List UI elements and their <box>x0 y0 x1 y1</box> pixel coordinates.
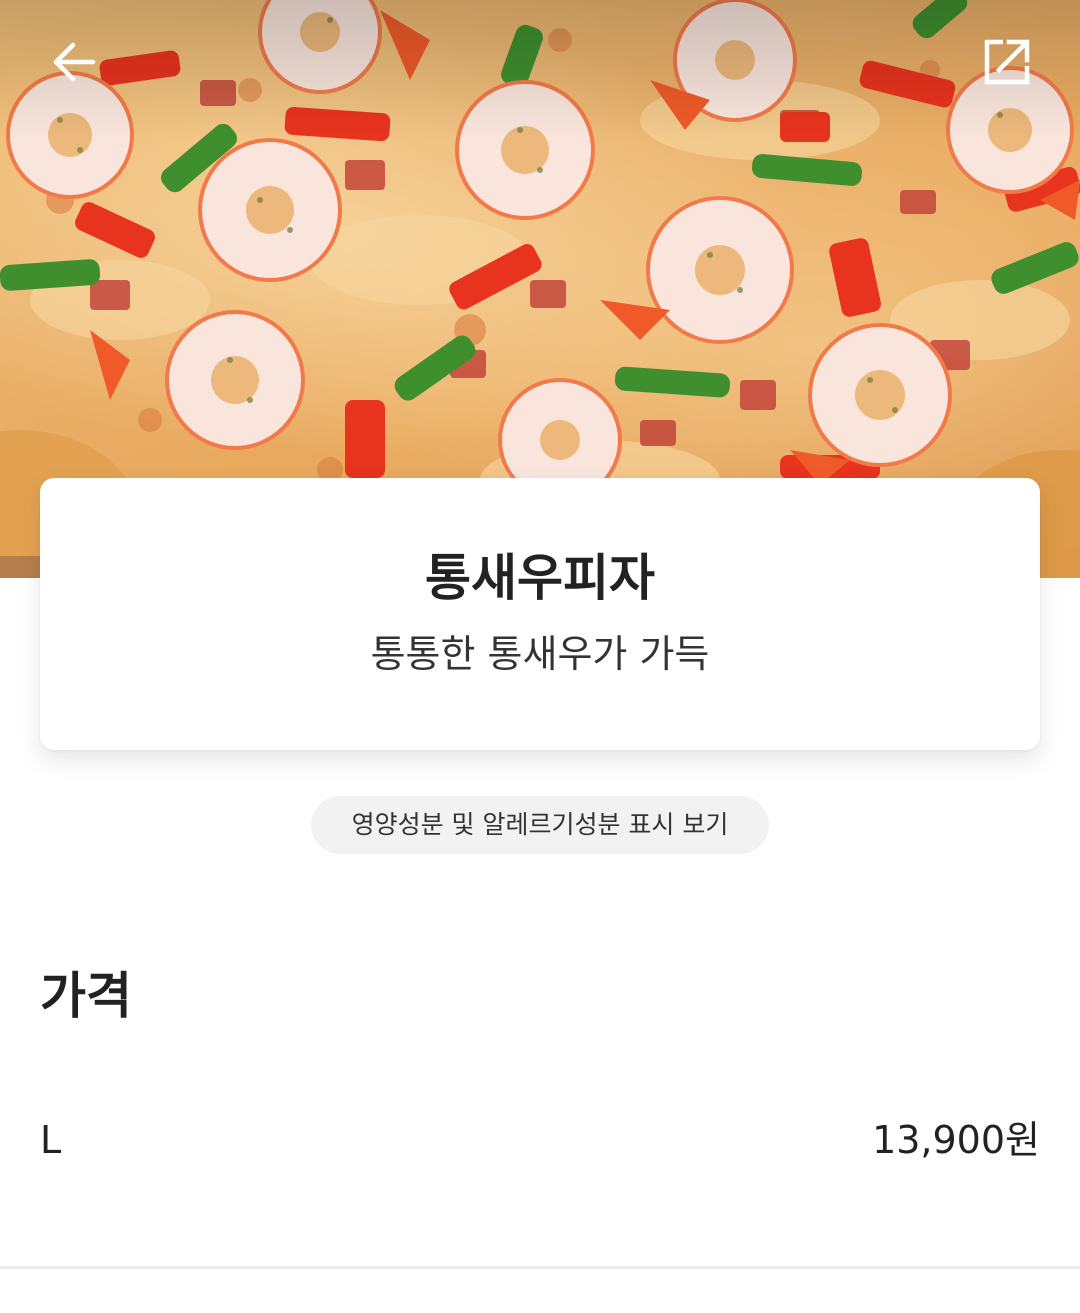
price-value: 13,900원 <box>872 1118 1040 1162</box>
price-heading: 가격 <box>40 967 132 1025</box>
size-label: L <box>40 1118 62 1162</box>
menu-info-card: 통새우피자 통통한 통새우가 가득 <box>40 478 1040 750</box>
price-option-row: L 13,900원 <box>40 1112 1040 1168</box>
divider <box>0 1266 1080 1269</box>
back-button[interactable] <box>42 32 106 96</box>
open-external-icon <box>983 38 1031 90</box>
hero-top-shade <box>0 0 1080 140</box>
arrow-left-icon <box>51 39 97 89</box>
menu-description: 통통한 통새우가 가득 <box>370 632 710 676</box>
nutrition-allergy-button[interactable]: 영양성분 및 알레르기성분 표시 보기 <box>311 796 769 854</box>
menu-name: 통새우피자 <box>425 549 655 607</box>
share-button[interactable] <box>975 32 1039 96</box>
